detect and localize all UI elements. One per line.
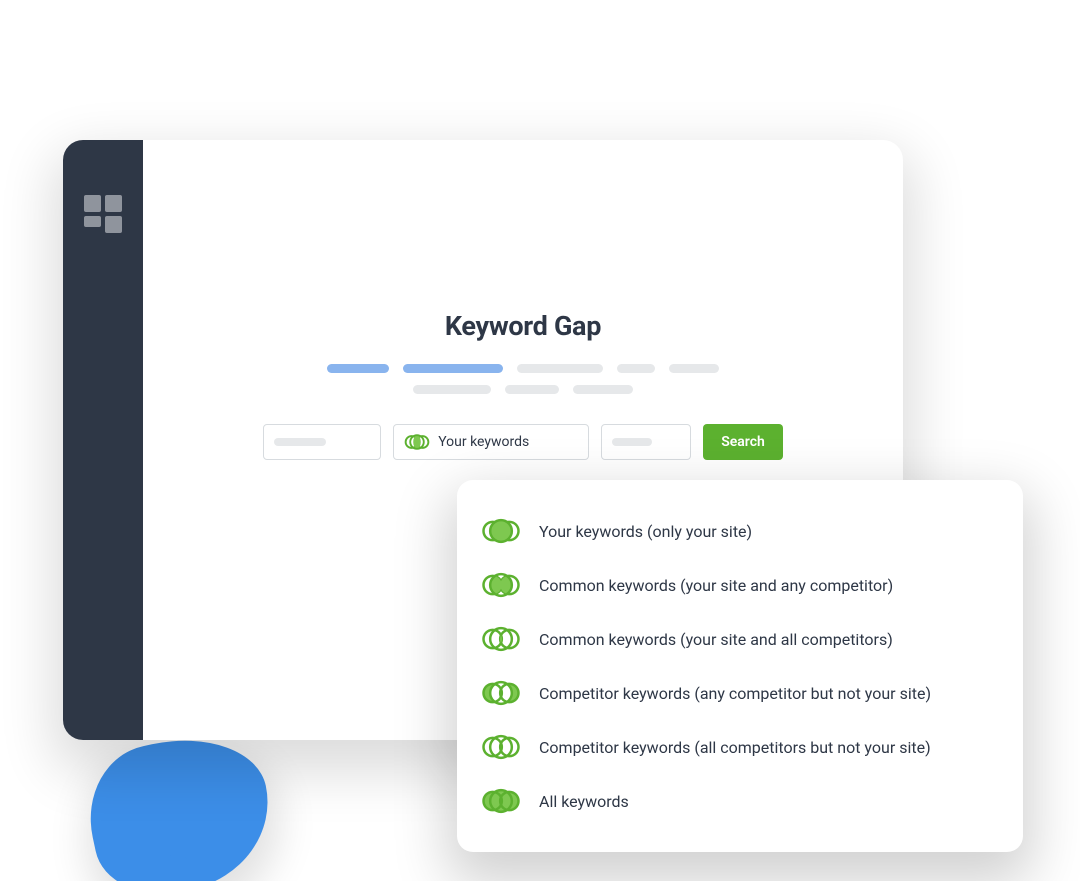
search-form: Your keywords Search [143, 424, 903, 460]
venn-your-icon [481, 516, 521, 546]
dropdown-option-common-all[interactable]: Common keywords (your site and all compe… [481, 612, 999, 666]
dropdown-option-label: Common keywords (your site and all compe… [539, 630, 893, 649]
domain-field-2[interactable] [601, 424, 691, 460]
dropdown-option-competitor-any[interactable]: Competitor keywords (any competitor but … [481, 666, 999, 720]
domain-field-1[interactable] [263, 424, 381, 460]
dropdown-option-all-keywords[interactable]: All keywords [481, 774, 999, 828]
stage: Keyword Gap [0, 0, 1080, 881]
venn-common-any-icon [481, 570, 521, 600]
dropdown-option-label: Competitor keywords (any competitor but … [539, 684, 931, 703]
decorative-blob-large [76, 723, 283, 881]
venn-icon [404, 433, 430, 451]
keyword-type-dropdown-trigger[interactable]: Your keywords [393, 424, 589, 460]
dropdown-option-label: Common keywords (your site and any compe… [539, 576, 893, 595]
dropdown-option-label: All keywords [539, 792, 629, 811]
venn-all-icon [481, 786, 521, 816]
search-button[interactable]: Search [703, 424, 783, 460]
keyword-type-dropdown: Your keywords (only your site) Common ke… [457, 480, 1023, 852]
keyword-type-label: Your keywords [438, 434, 529, 450]
tab-placeholder-row-1 [143, 364, 903, 373]
dropdown-option-label: Competitor keywords (all competitors but… [539, 738, 931, 757]
dropdown-option-your-keywords[interactable]: Your keywords (only your site) [481, 504, 999, 558]
sidebar [63, 140, 143, 740]
search-button-label: Search [721, 434, 765, 450]
dropdown-option-common-any[interactable]: Common keywords (your site and any compe… [481, 558, 999, 612]
venn-competitor-all-icon [481, 732, 521, 762]
dropdown-option-label: Your keywords (only your site) [539, 522, 752, 541]
logo-icon [84, 195, 124, 235]
dropdown-option-competitor-all[interactable]: Competitor keywords (all competitors but… [481, 720, 999, 774]
venn-competitor-any-icon [481, 678, 521, 708]
tab-placeholder-row-2 [143, 385, 903, 394]
venn-common-all-icon [481, 624, 521, 654]
decorative-blob-small [150, 850, 203, 881]
page-title: Keyword Gap [143, 310, 903, 342]
